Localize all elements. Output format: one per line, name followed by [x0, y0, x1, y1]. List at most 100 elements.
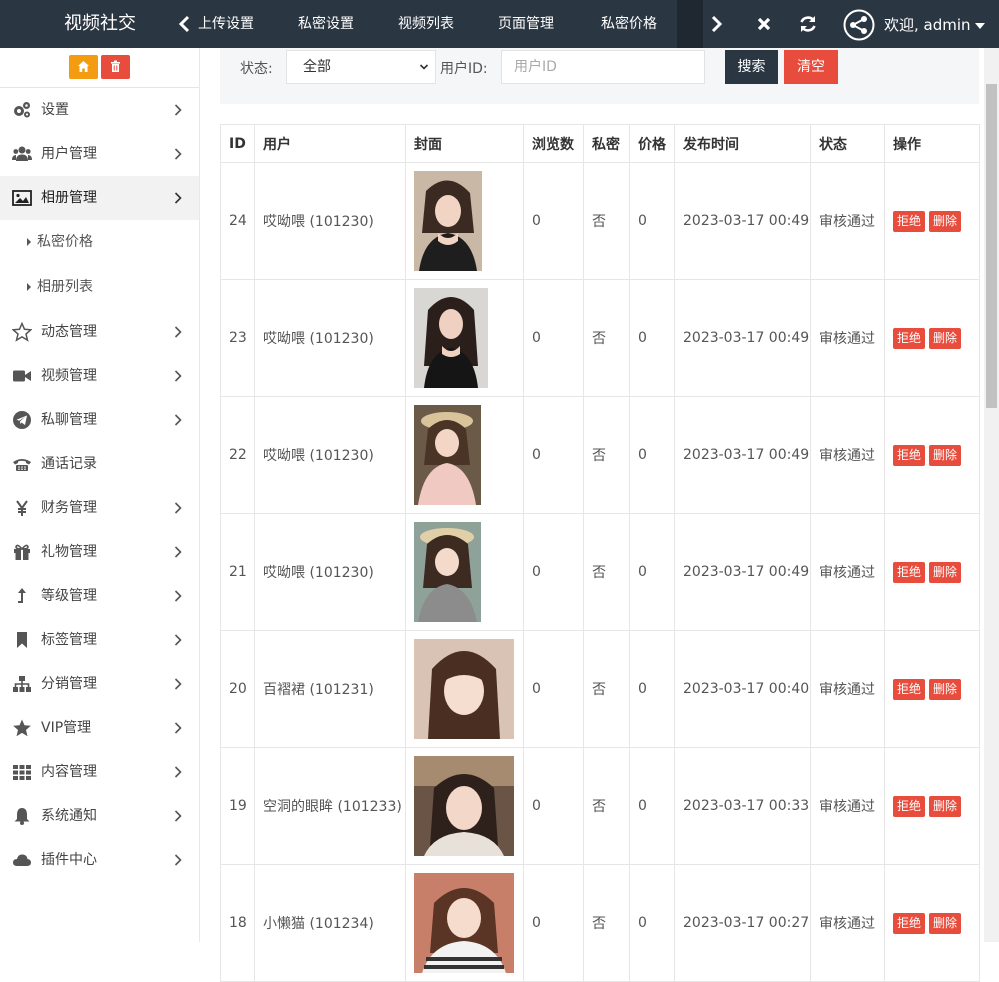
sidebar-subitem-private-price[interactable]: 私密价格	[0, 220, 199, 264]
delete-button[interactable]: 删除	[929, 561, 962, 583]
cover-image[interactable]	[414, 639, 514, 739]
column-header-id[interactable]: ID	[220, 124, 255, 163]
delete-button[interactable]: 删除	[929, 678, 962, 700]
scrollbar-thumb[interactable]	[986, 84, 997, 408]
home-button[interactable]	[69, 55, 98, 79]
reject-button[interactable]: 拒绝	[893, 444, 926, 466]
sidebar-item-notifications[interactable]: 系统通知	[0, 794, 199, 838]
table-row: 20 百褶裙 (101231) 0 否 0 2023-03-17 00:40 审…	[220, 630, 980, 748]
telegram-icon	[13, 411, 31, 429]
cell-price: 0	[629, 396, 675, 514]
clear-button[interactable]: 清空	[784, 50, 838, 84]
cell-views: 0	[523, 279, 584, 397]
chevron-down-icon	[419, 64, 429, 70]
sidebar-item-video[interactable]: 视频管理	[0, 354, 199, 398]
cell-time: 2023-03-17 00:27	[674, 864, 811, 982]
cell-private: 否	[583, 162, 630, 280]
userid-input[interactable]: 用户ID	[501, 50, 705, 84]
status-select[interactable]: 全部	[286, 50, 436, 84]
cell-user: 哎呦喂 (101230)	[254, 162, 406, 280]
chevron-right-icon	[174, 810, 182, 822]
sidebar-item-users[interactable]: 用户管理	[0, 132, 199, 176]
column-header-actions[interactable]: 操作	[884, 124, 980, 163]
bell-icon	[14, 808, 30, 825]
sidebar-item-content[interactable]: 内容管理	[0, 750, 199, 794]
cell-price: 0	[629, 864, 675, 982]
refresh-icon[interactable]	[797, 13, 819, 35]
reject-button[interactable]: 拒绝	[893, 210, 926, 232]
sidebar-item-distribution[interactable]: 分销管理	[0, 662, 199, 706]
cover-image[interactable]	[414, 405, 481, 505]
share-logo-icon[interactable]	[843, 9, 875, 41]
delete-button[interactable]: 删除	[929, 444, 962, 466]
sidebar-item-album[interactable]: 相册管理	[0, 176, 199, 220]
tab-private-settings[interactable]: 私密设置	[298, 0, 354, 48]
clear-cache-button[interactable]	[101, 55, 130, 79]
reject-button[interactable]: 拒绝	[893, 327, 926, 349]
sidebar-item-moments[interactable]: 动态管理	[0, 310, 199, 354]
tab-upload-settings[interactable]: 上传设置	[198, 0, 254, 48]
cell-time: 2023-03-17 00:49	[674, 513, 811, 631]
sidebar-item-tags[interactable]: 标签管理	[0, 618, 199, 662]
chevron-right-icon	[174, 326, 182, 338]
chevron-right-icon	[174, 634, 182, 646]
sidebar-item-label: 私聊管理	[41, 412, 97, 428]
close-icon[interactable]	[754, 14, 774, 34]
app-title[interactable]: 视频社交	[0, 0, 200, 48]
cover-image[interactable]	[414, 522, 481, 622]
reject-button[interactable]: 拒绝	[893, 795, 926, 817]
sidebar-item-vip[interactable]: VIP管理	[0, 706, 199, 750]
tab-private-price[interactable]: 私密价格	[601, 0, 657, 48]
sidebar-item-settings[interactable]: 设置	[0, 88, 199, 132]
column-header-private[interactable]: 私密	[583, 124, 630, 163]
reject-button[interactable]: 拒绝	[893, 912, 926, 934]
cell-user: 小懒猫 (101234)	[254, 864, 406, 982]
sidebar-item-private-chat[interactable]: 私聊管理	[0, 398, 199, 442]
video-camera-icon	[13, 370, 31, 382]
sidebar-item-call-records[interactable]: 通话记录	[0, 442, 199, 486]
cover-image[interactable]	[414, 873, 514, 973]
cell-time: 2023-03-17 00:49	[674, 396, 811, 514]
cover-image[interactable]	[414, 288, 488, 388]
delete-button[interactable]: 删除	[929, 912, 962, 934]
sidebar-item-label: 通话记录	[41, 456, 97, 472]
star-outline-icon	[12, 322, 32, 342]
column-header-status[interactable]: 状态	[810, 124, 885, 163]
cell-cover	[405, 747, 524, 865]
column-header-price[interactable]: 价格	[629, 124, 675, 163]
reject-button[interactable]: 拒绝	[893, 561, 926, 583]
search-button[interactable]: 搜索	[725, 50, 778, 84]
cell-user: 哎呦喂 (101230)	[254, 513, 406, 631]
column-header-user[interactable]: 用户	[254, 124, 406, 163]
sidebar-item-finance[interactable]: 财务管理	[0, 486, 199, 530]
cell-cover	[405, 864, 524, 982]
column-header-cover[interactable]: 封面	[405, 124, 524, 163]
cell-actions: 拒绝 删除	[884, 864, 980, 982]
column-header-time[interactable]: 发布时间	[674, 124, 811, 163]
table-row: 24 哎呦喂 (101230) 0 否 0 2023-03-17 00:49 审…	[220, 162, 980, 280]
chevron-right-icon[interactable]	[706, 14, 726, 34]
cover-image[interactable]	[414, 171, 482, 271]
delete-button[interactable]: 删除	[929, 327, 962, 349]
status-filter-label: 状态:	[240, 61, 273, 77]
users-icon	[12, 146, 32, 161]
column-header-views[interactable]: 浏览数	[523, 124, 584, 163]
sidebar-subitem-album-list[interactable]: 相册列表	[0, 265, 199, 309]
tab-video-list[interactable]: 视频列表	[398, 0, 454, 48]
delete-button[interactable]: 删除	[929, 795, 962, 817]
user-menu[interactable]: 欢迎, admin	[884, 0, 985, 48]
tab-page-manage[interactable]: 页面管理	[498, 0, 554, 48]
cell-user: 百褶裙 (101231)	[254, 630, 406, 748]
sidebar-item-plugins[interactable]: 插件中心	[0, 838, 199, 882]
sidebar-item-label: 视频管理	[41, 368, 97, 384]
sidebar-item-label: 内容管理	[41, 764, 97, 780]
userid-filter-label: 用户ID:	[440, 61, 488, 77]
reject-button[interactable]: 拒绝	[893, 678, 926, 700]
cover-image[interactable]	[414, 756, 514, 856]
sidebar-item-gifts[interactable]: 礼物管理	[0, 530, 199, 574]
cell-status: 审核通过	[810, 630, 885, 748]
tab-active[interactable]	[677, 0, 703, 48]
cell-private: 否	[583, 630, 630, 748]
sidebar-item-levels[interactable]: 等级管理	[0, 574, 199, 618]
delete-button[interactable]: 删除	[929, 210, 962, 232]
